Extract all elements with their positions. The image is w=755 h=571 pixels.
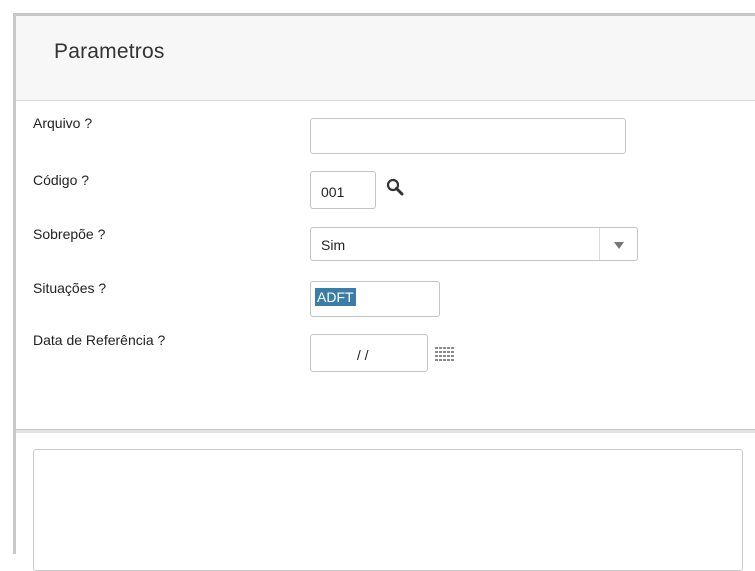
sobrepoe-value: Sim [321,237,346,253]
form-panel: Arquivo ? Código ? 001 Sobrepõe ? Sim Si… [16,101,755,429]
data-referencia-label: Data de Referência ? [33,332,166,348]
window-left-strip [0,13,13,554]
parameters-dialog: Parametros Arquivo ? Código ? 001 Sobrep… [13,13,755,571]
chevron-down-icon[interactable] [599,228,637,260]
situacoes-value: ADFT [315,288,356,306]
help-text-box[interactable] [33,449,743,571]
data-referencia-value: / / [353,347,369,363]
sobrepoe-label: Sobrepõe ? [33,226,106,242]
situacoes-label: Situações ? [33,280,107,296]
sobrepoe-select[interactable]: Sim [310,227,638,261]
dialog-header: Parametros [16,16,755,101]
situacoes-input[interactable]: ADFT [310,281,440,317]
dialog-title: Parametros [54,40,165,63]
codigo-input[interactable]: 001 [310,171,376,209]
search-icon[interactable] [386,178,404,196]
calendar-icon[interactable] [435,347,457,361]
help-area [16,433,755,571]
arquivo-label: Arquivo ? [33,115,93,131]
codigo-label: Código ? [33,172,90,188]
arquivo-input[interactable] [310,118,626,154]
data-referencia-input[interactable]: / / [310,334,428,372]
window-top-strip [0,0,755,13]
codigo-value: 001 [321,184,345,200]
